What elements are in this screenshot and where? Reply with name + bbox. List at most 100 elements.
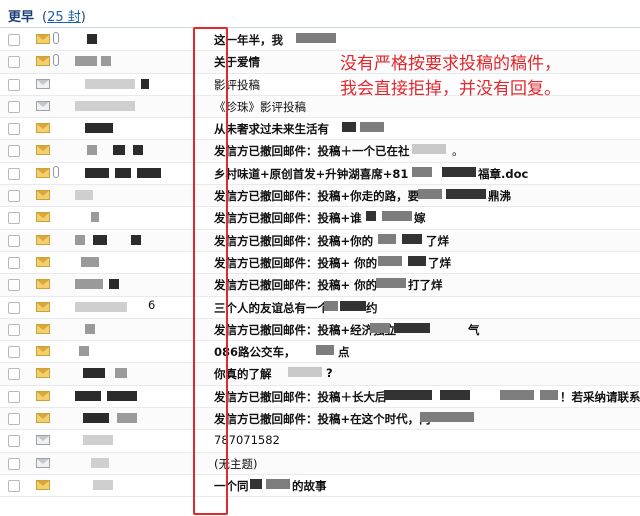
sender-redacted [75, 478, 175, 492]
mail-subject[interactable]: 发信方已撤回邮件：投稿+ 你的 [214, 277, 377, 293]
sender-redacted [75, 188, 175, 202]
mail-row[interactable]: 一个同 的故事 [0, 474, 640, 498]
sender-redacted [75, 143, 175, 157]
row-checkbox[interactable] [8, 34, 20, 46]
mail-count[interactable]: (25 封) [42, 6, 86, 25]
read-envelope-icon [36, 457, 50, 468]
unread-envelope-icon [36, 368, 50, 379]
sender-redacted [75, 233, 175, 247]
row-checkbox[interactable] [8, 435, 20, 448]
subject-tail: 鼎沸 [488, 189, 511, 204]
sender-redacted: 6 [75, 297, 175, 314]
annotation-line-1: 没有严格按要求投稿的稿件， [340, 54, 561, 74]
mail-subject[interactable]: 三个人的友谊总有一个 [214, 300, 329, 316]
sender-redacted [75, 411, 175, 425]
subject-tail: 了烊 [426, 233, 449, 248]
mail-subject[interactable]: 发信方已撤回邮件：投稿+你的 [214, 233, 373, 249]
subject-tail: 约 [366, 300, 378, 315]
mail-subject[interactable]: 发信方已撤回邮件：投稿+你走的路，要 [214, 188, 419, 204]
attachment-icon [53, 165, 59, 178]
mail-row[interactable]: 发信方已撤回邮件：投稿+ 你的 打了烊 [0, 274, 640, 297]
sender-tail: 6 [148, 297, 156, 312]
subject-tail: 点 [338, 345, 350, 360]
mail-row[interactable]: 发信方已撤回邮件：投稿+ 你的 了烊 [0, 251, 640, 275]
sender-redacted [75, 99, 175, 113]
row-checkbox[interactable] [8, 323, 20, 336]
unread-envelope-icon [36, 212, 50, 223]
sender-redacted [75, 54, 175, 68]
mail-subject[interactable]: 发信方已撤回邮件：投稿＋一个已在社 [214, 143, 410, 159]
unread-envelope-icon [36, 190, 50, 201]
sender-redacted [75, 77, 175, 91]
mail-row[interactable]: 发信方已撤回邮件：投稿+在这个时代，内 [0, 408, 640, 431]
mail-row[interactable]: 你真的了解 ? [0, 363, 640, 386]
mail-subject[interactable]: 发信方已撤回邮件：投稿+谁 [214, 210, 362, 226]
row-checkbox[interactable] [8, 256, 20, 269]
row-checkbox[interactable] [8, 234, 20, 247]
highlight-box [193, 27, 228, 515]
mail-subject[interactable]: 发信方已撤回邮件：投稿+ 你的 [214, 255, 377, 271]
row-checkbox[interactable] [8, 56, 20, 69]
sender-redacted [75, 389, 175, 403]
unread-envelope-icon [36, 34, 50, 44]
sender-redacted [75, 32, 175, 46]
mail-row[interactable]: 发信方已撤回邮件：投稿+你的 了烊 [0, 229, 640, 252]
sender-redacted [75, 344, 175, 358]
sender-redacted [75, 210, 175, 224]
row-checkbox[interactable] [8, 390, 20, 403]
sender-redacted [75, 366, 175, 380]
unread-envelope-icon [36, 279, 50, 290]
row-checkbox[interactable] [8, 368, 20, 381]
mail-row[interactable]: 086路公交车， 点 [0, 341, 640, 364]
subject-tail: 的故事 [292, 478, 327, 493]
mail-row[interactable]: 从未奢求过未来生活有 [0, 118, 640, 141]
mail-row[interactable]: 发信方已撤回邮件：投稿＋长大后 ！若采纳请联系 [0, 385, 640, 409]
subject-tail: 福章.doc [478, 166, 529, 181]
sender-redacted [75, 456, 175, 470]
attachment-icon [53, 54, 59, 67]
row-checkbox[interactable] [8, 100, 20, 113]
mail-row[interactable]: 787071582 [0, 430, 640, 453]
mail-subject[interactable]: 发信方已撤回邮件：投稿+在这个时代，内 [214, 411, 431, 427]
mail-row[interactable]: 这一年半，我 [0, 29, 640, 52]
mail-row[interactable]: 6 三个人的友谊总有一个 约 [0, 296, 640, 319]
row-checkbox[interactable] [8, 301, 20, 314]
row-checkbox[interactable] [8, 212, 20, 225]
mail-row[interactable]: 发信方已撤回邮件：投稿+经济独立 气 [0, 318, 640, 342]
mail-count-link[interactable]: 25 封 [47, 10, 81, 25]
row-checkbox[interactable] [8, 123, 20, 136]
mail-subject[interactable]: 乡村味道+原创首发+升钟湖喜席+81 [214, 166, 408, 182]
unread-envelope-icon [36, 413, 50, 424]
unread-envelope-icon [36, 390, 50, 401]
mail-row[interactable]: 发信方已撤回邮件：投稿+谁 嫁 [0, 207, 640, 230]
subject-tail: 。 [452, 144, 464, 159]
subject-tail: 了烊 [428, 255, 451, 270]
row-checkbox[interactable] [8, 167, 20, 180]
annotation-line-2: 我会直接拒掉，并没有回复。 [340, 79, 561, 99]
unread-envelope-icon [36, 301, 50, 312]
row-checkbox[interactable] [8, 479, 20, 492]
row-checkbox[interactable] [8, 279, 20, 292]
row-checkbox[interactable] [8, 190, 20, 203]
unread-envelope-icon [36, 123, 50, 134]
subject-tail: ? [326, 366, 333, 381]
sender-redacted [75, 121, 175, 135]
subject-tail: 打了烊 [408, 278, 443, 293]
row-checkbox[interactable] [8, 457, 20, 470]
folder-header: 更早 (25 封) [0, 0, 640, 28]
row-checkbox[interactable] [8, 346, 20, 359]
row-checkbox[interactable] [8, 78, 20, 91]
mail-row[interactable]: 乡村味道+原创首发+升钟湖喜席+81 福章.doc [0, 162, 640, 186]
mail-subject[interactable]: 从未奢求过未来生活有 [214, 121, 329, 137]
row-checkbox[interactable] [8, 413, 20, 426]
mail-subject[interactable]: 发信方已撤回邮件：投稿＋长大后 [214, 389, 387, 405]
unread-envelope-icon [36, 234, 50, 245]
mail-row[interactable]: (无主题) [0, 452, 640, 475]
mail-row[interactable]: 发信方已撤回邮件：投稿＋一个已在社 。 [0, 140, 640, 163]
unread-envelope-icon [36, 56, 50, 67]
unread-envelope-icon [36, 346, 50, 357]
sender-redacted [75, 166, 175, 180]
mail-row[interactable]: 发信方已撤回邮件：投稿+你走的路，要 鼎沸 [0, 185, 640, 208]
mail-subject[interactable]: 发信方已撤回邮件：投稿+经济独立 [214, 322, 396, 338]
row-checkbox[interactable] [8, 145, 20, 158]
